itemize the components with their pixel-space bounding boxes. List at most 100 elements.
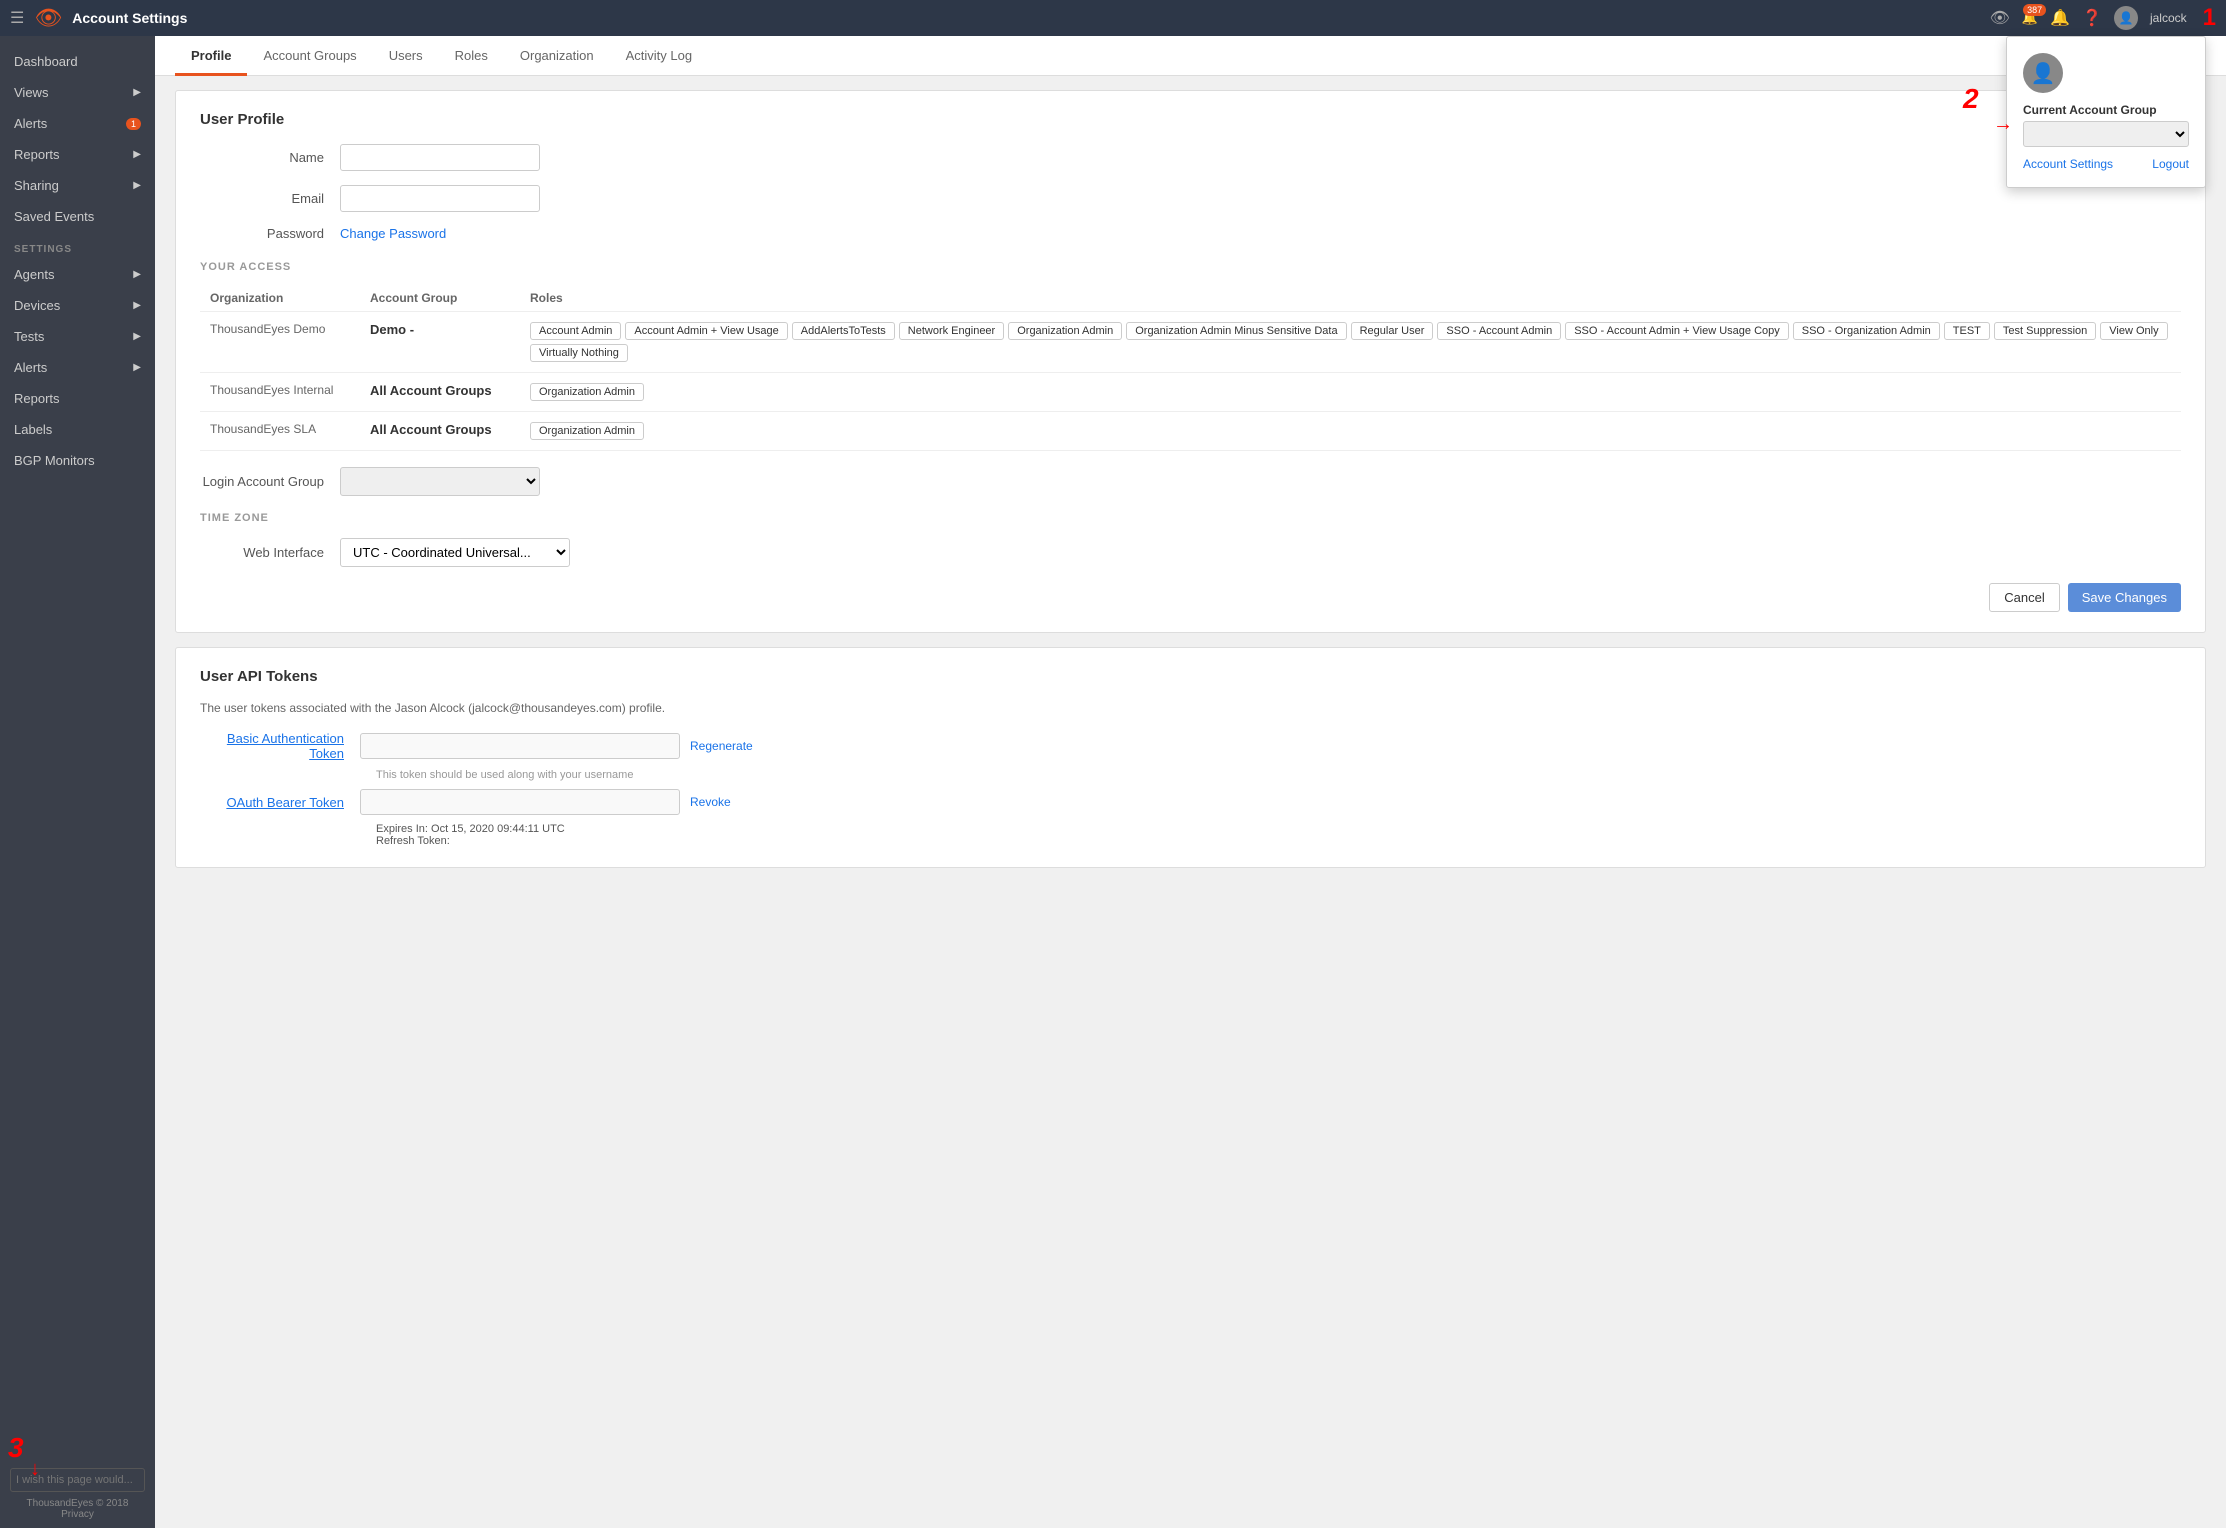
feedback-area: 3 ↓ [0,1462,155,1498]
popup-account-group-select[interactable] [2023,121,2189,147]
role-badge: Organization Admin Minus Sensitive Data [1126,322,1346,340]
org-name-demo: ThousandEyes Demo [200,312,360,373]
timezone-section-title: TIME ZONE [200,512,2181,524]
bell-icon[interactable]: 🔔 [2050,8,2070,28]
sidebar-item-alerts[interactable]: Alerts 1 [0,108,155,139]
regenerate-button[interactable]: Regenerate [690,739,753,753]
popup-settings-link[interactable]: Account Settings [2023,157,2113,171]
change-password-link[interactable]: Change Password [340,226,446,241]
expires-label: Expires In: [376,823,428,835]
roles-cell-demo: Account Admin Account Admin + View Usage… [530,322,2171,362]
role-badge: View Only [2100,322,2167,340]
top-nav: ☰ 👁 Account Settings 👁 🔔 387 🔔 ❓ 👤 jalco… [0,0,2226,36]
tab-users[interactable]: Users [373,36,439,76]
org-name-internal: ThousandEyes Internal [200,373,360,412]
roles-internal: Organization Admin [520,373,2181,412]
password-label: Password [200,226,340,241]
privacy-link[interactable]: Privacy [61,1509,94,1520]
hamburger-icon[interactable]: ☰ [10,8,24,28]
sidebar-item-agents[interactable]: Agents ▶ [0,259,155,290]
sidebar-label-reports-settings: Reports [14,391,60,406]
content-area: Profile Account Groups Users Roles Organ… [155,36,2226,1528]
role-badge: SSO - Organization Admin [1793,322,1940,340]
timezone-select[interactable]: UTC - Coordinated Universal... [340,538,570,567]
oauth-label: OAuth Bearer Token [200,795,360,810]
reports-arrow-icon: ▶ [133,149,141,160]
your-access-title: YOUR ACCESS [200,261,2181,273]
eye-icon[interactable]: 👁 [1990,8,2010,28]
account-group-sla: All Account Groups [360,412,520,451]
login-account-group-label: Login Account Group [200,474,340,489]
sidebar-label-views: Views [14,85,48,100]
cancel-button[interactable]: Cancel [1989,583,2059,612]
tab-account-groups[interactable]: Account Groups [247,36,372,76]
annotation-3-arrow: ↓ [30,1458,40,1481]
save-changes-button[interactable]: Save Changes [2068,583,2181,612]
nav-right: 👁 🔔 387 🔔 ❓ 👤 jalcock 1 [1990,4,2216,32]
account-group-demo: Demo - [360,312,520,373]
views-arrow-icon: ▶ [133,87,141,98]
api-tokens-card: User API Tokens The user tokens associat… [175,647,2206,868]
avatar[interactable]: 👤 [2114,6,2138,30]
refresh-label: Refresh Token: [376,835,450,847]
password-row: Password Change Password [200,226,2181,241]
table-row: ThousandEyes SLA All Account Groups Orga… [200,412,2181,451]
alerts-settings-arrow-icon: ▶ [133,362,141,373]
api-tokens-title: User API Tokens [200,668,2181,685]
alerts-badge: 1 [126,118,141,130]
form-buttons: Cancel Save Changes [200,583,2181,612]
username: jalcock [2150,11,2187,25]
user-profile-card: User Profile Name Email Password Change … [175,90,2206,633]
col-account-group: Account Group [360,285,520,312]
sidebar-label-sharing: Sharing [14,178,59,193]
tab-activity-log[interactable]: Activity Log [610,36,708,76]
login-account-group-select[interactable] [340,467,540,496]
email-input[interactable] [340,185,540,212]
notification-badge[interactable]: 🔔 387 [2022,10,2038,26]
sidebar-label-dashboard: Dashboard [14,54,78,69]
basic-auth-hint: This token should be used along with you… [376,769,2181,781]
org-name-sla: ThousandEyes SLA [200,412,360,451]
role-badge: Regular User [1351,322,1434,340]
sidebar-item-labels[interactable]: Labels [0,414,155,445]
sidebar-item-views[interactable]: Views ▶ [0,77,155,108]
sidebar-item-reports[interactable]: Reports ▶ [0,139,155,170]
oauth-row: OAuth Bearer Token Revoke [200,789,2181,815]
sidebar-settings-items: Agents ▶ Devices ▶ Tests ▶ Alerts ▶ Repo… [0,259,155,476]
table-row: ThousandEyes Demo Demo - Account Admin A… [200,312,2181,373]
sidebar-item-sharing[interactable]: Sharing ▶ [0,170,155,201]
oauth-token-input[interactable] [360,789,680,815]
access-table-header: Organization Account Group Roles [200,285,2181,312]
access-table: Organization Account Group Roles Thousan… [200,285,2181,451]
sidebar-item-bgp-monitors[interactable]: BGP Monitors [0,445,155,476]
nav-left: ☰ 👁 Account Settings [10,5,187,31]
tab-roles[interactable]: Roles [439,36,504,76]
sharing-arrow-icon: ▶ [133,180,141,191]
roles-cell-sla: Organization Admin [530,422,2171,440]
popup-links: Account Settings Logout [2023,157,2189,171]
oauth-section: OAuth Bearer Token Revoke Expires In: Oc… [200,789,2181,847]
tab-profile[interactable]: Profile [175,36,247,76]
basic-auth-label-text[interactable]: Basic Authentication Token [227,731,344,761]
popup-logout-link[interactable]: Logout [2152,157,2189,171]
sidebar-item-dashboard[interactable]: Dashboard [0,46,155,77]
footer-copyright: ThousandEyes © 2018 [27,1498,129,1509]
sidebar-item-reports-settings[interactable]: Reports [0,383,155,414]
help-icon[interactable]: ❓ [2082,8,2102,28]
name-input[interactable] [340,144,540,171]
sidebar-label-tests: Tests [14,329,44,344]
basic-auth-token-input[interactable] [360,733,680,759]
sidebar-item-alerts-settings[interactable]: Alerts ▶ [0,352,155,383]
sidebar-item-saved-events[interactable]: Saved Events [0,201,155,232]
name-row: Name [200,144,2181,171]
tab-organization[interactable]: Organization [504,36,610,76]
email-label: Email [200,191,340,206]
sidebar-item-tests[interactable]: Tests ▶ [0,321,155,352]
oauth-label-text[interactable]: OAuth Bearer Token [226,795,344,810]
sidebar-footer: ThousandEyes © 2018 Privacy [0,1498,155,1520]
annotation-1-label: 1 [2203,4,2216,32]
role-badge: TEST [1944,322,1990,340]
sidebar-item-devices[interactable]: Devices ▶ [0,290,155,321]
revoke-button[interactable]: Revoke [690,795,731,809]
timezone-row: Web Interface UTC - Coordinated Universa… [200,538,2181,567]
